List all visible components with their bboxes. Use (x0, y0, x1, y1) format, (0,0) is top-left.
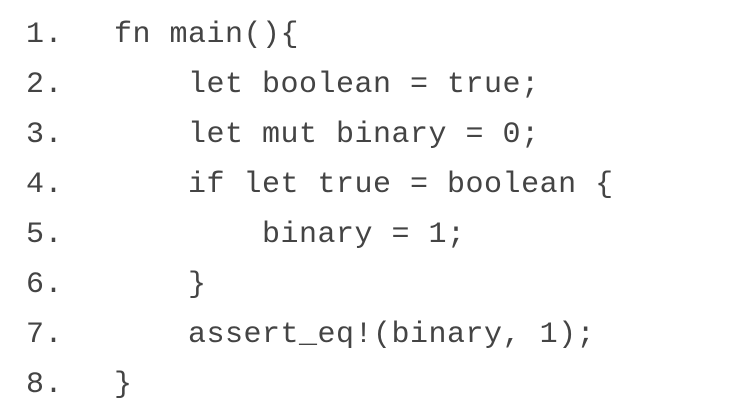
code-line: 3. let mut binary = 0; (0, 110, 744, 160)
code-line: 8. } (0, 360, 744, 410)
code-line: 2. let boolean = true; (0, 60, 744, 110)
line-number: 3. (26, 118, 64, 152)
code-line: 4. if let true = boolean { (0, 160, 744, 210)
line-number: 1. (26, 18, 64, 52)
line-number: 8. (26, 368, 64, 402)
code-line: 5. binary = 1; (0, 210, 744, 260)
line-number: 5. (26, 218, 64, 252)
code-line: 1. fn main(){ (0, 10, 744, 60)
line-code: binary = 1; (114, 218, 466, 252)
line-code: fn main(){ (114, 18, 300, 52)
line-number: 2. (26, 68, 64, 102)
line-number: 4. (26, 168, 64, 202)
line-code: } (114, 368, 133, 402)
line-number: 6. (26, 268, 64, 302)
line-code: let boolean = true; (114, 68, 540, 102)
line-code: } (114, 268, 207, 302)
code-line: 7. assert_eq!(binary, 1); (0, 310, 744, 360)
code-block: 1. fn main(){ 2. let boolean = true; 3. … (0, 10, 744, 410)
code-line: 6. } (0, 260, 744, 310)
line-code: assert_eq!(binary, 1); (114, 318, 596, 352)
line-code: if let true = boolean { (114, 168, 614, 202)
line-code: let mut binary = 0; (114, 118, 540, 152)
line-number: 7. (26, 318, 64, 352)
